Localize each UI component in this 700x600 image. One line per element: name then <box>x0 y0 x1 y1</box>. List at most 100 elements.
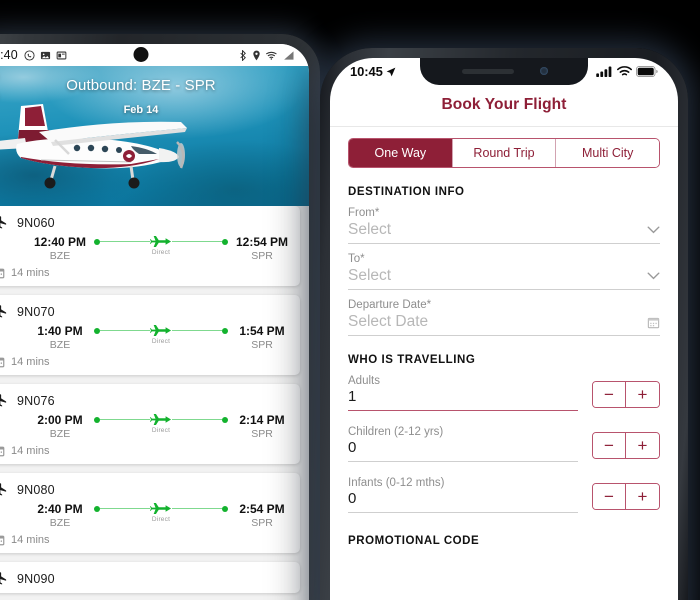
departure-leg: 12:40 PM BZE <box>33 235 87 262</box>
android-status-right-icons <box>238 49 295 61</box>
route-end-dot <box>222 505 228 512</box>
route-line-left <box>100 240 150 243</box>
infants-label: Infants (0-12 mths) <box>348 477 445 489</box>
tab-round-trip[interactable]: Round Trip <box>452 139 557 167</box>
flight-card-header: 9N076 <box>0 393 289 408</box>
departure-airport: BZE <box>49 250 71 262</box>
route-airplane-icon <box>150 503 172 514</box>
departure-time: 2:00 PM <box>37 413 83 427</box>
flight-route: 2:40 PM BZE Direct 2:54 PM SPR <box>0 502 289 529</box>
departure-date-label: Departure Date* <box>348 299 432 311</box>
infants-count[interactable]: 0 <box>348 490 578 513</box>
calendar-icon <box>0 357 5 368</box>
departure-leg: 2:00 PM BZE <box>33 413 87 440</box>
signal-icon <box>284 50 294 60</box>
flight-duration-row: 14 mins <box>0 267 289 279</box>
android-screen: 12:40 <box>0 44 309 600</box>
trip-type-tabs[interactable]: One Way Round Trip Multi City <box>348 138 660 168</box>
adults-count[interactable]: 1 <box>348 388 578 411</box>
adults-stepper[interactable]: − + <box>592 381 660 408</box>
flight-number: 9N060 <box>17 215 55 230</box>
route-airplane-icon <box>150 236 172 247</box>
flight-date: Feb 14 <box>123 104 159 116</box>
adults-increment-button[interactable]: + <box>626 382 659 407</box>
route-stop-label: Direct <box>151 249 171 256</box>
flight-hero-banner: Outbound: BZE - SPR Feb 14 <box>0 66 309 206</box>
children-stepper[interactable]: − + <box>592 432 660 459</box>
android-clock: 12:40 <box>0 48 18 62</box>
flight-card[interactable]: 9N090 <box>0 562 300 593</box>
departure-leg: 1:40 PM BZE <box>33 324 87 351</box>
route-line-right <box>172 329 222 332</box>
adults-decrement-button[interactable]: − <box>593 382 626 407</box>
route-line-left <box>100 507 150 510</box>
calendar-icon[interactable] <box>647 316 660 329</box>
front-camera <box>540 67 548 75</box>
children-decrement-button[interactable]: − <box>593 433 626 458</box>
battery-icon <box>636 66 658 77</box>
infants-stepper[interactable]: − + <box>592 483 660 510</box>
airplane-icon <box>0 305 7 318</box>
calendar-icon <box>0 446 5 457</box>
flight-results-list[interactable]: 9N060 12:40 PM BZE Direct 12:54 PM SPR 1… <box>0 206 309 600</box>
route-graphic: Direct <box>87 235 235 256</box>
tab-multi-city[interactable]: Multi City <box>556 139 659 167</box>
from-value[interactable]: Select <box>348 221 647 239</box>
arrival-airport: SPR <box>251 428 273 440</box>
android-camera-punch-hole <box>133 47 149 62</box>
earpiece-speaker <box>462 69 514 74</box>
flight-number: 9N070 <box>17 304 55 319</box>
to-field[interactable]: To* Select <box>348 253 660 290</box>
android-status-left-icons <box>24 49 67 61</box>
arrival-leg: 12:54 PM SPR <box>235 235 289 262</box>
departure-airport: BZE <box>49 517 71 529</box>
children-count[interactable]: 0 <box>348 439 578 462</box>
arrival-airport: SPR <box>251 517 273 529</box>
location-icon <box>253 50 260 60</box>
route-end-dot <box>222 327 228 334</box>
ios-status-right-icons <box>596 66 658 77</box>
infants-decrement-button[interactable]: − <box>593 484 626 509</box>
flight-card-header: 9N070 <box>0 304 289 319</box>
flight-duration-row: 14 mins <box>0 445 289 457</box>
flight-number: 9N080 <box>17 482 55 497</box>
cellular-signal-icon <box>596 66 612 77</box>
arrival-leg: 2:14 PM SPR <box>235 413 289 440</box>
children-increment-button[interactable]: + <box>626 433 659 458</box>
flight-card[interactable]: 9N076 2:00 PM BZE Direct 2:14 PM SPR 14 … <box>0 384 300 464</box>
departure-leg: 2:40 PM BZE <box>33 502 87 529</box>
tab-one-way[interactable]: One Way <box>349 139 453 167</box>
wifi-icon <box>617 66 632 76</box>
flight-card[interactable]: 9N070 1:40 PM BZE Direct 1:54 PM SPR 14 … <box>0 295 300 375</box>
route-graphic: Direct <box>87 502 235 523</box>
bluetooth-icon <box>240 49 246 61</box>
calendar-icon <box>0 268 5 279</box>
arrival-leg: 2:54 PM SPR <box>235 502 289 529</box>
to-value[interactable]: Select <box>348 267 647 285</box>
departure-airport: BZE <box>49 428 71 440</box>
flight-card-header: 9N060 <box>0 215 289 230</box>
flight-card[interactable]: 9N080 2:40 PM BZE Direct 2:54 PM SPR 14 … <box>0 473 300 553</box>
route-stop-label: Direct <box>151 427 171 434</box>
page-title: Outbound: BZE - SPR <box>66 77 216 94</box>
chevron-down-icon[interactable] <box>647 226 660 234</box>
route-stop-label: Direct <box>151 338 171 345</box>
image-icon <box>40 51 50 59</box>
flight-duration: 14 mins <box>11 534 50 546</box>
wifi-icon <box>266 51 277 60</box>
arrival-time: 12:54 PM <box>235 235 289 249</box>
flight-duration: 14 mins <box>11 445 50 457</box>
chevron-down-icon[interactable] <box>647 272 660 280</box>
location-arrow-icon <box>386 67 396 76</box>
flight-route: 2:00 PM BZE Direct 2:14 PM SPR <box>0 413 289 440</box>
departure-date-field[interactable]: Departure Date* Select Date <box>348 299 660 336</box>
route-line-right <box>172 240 222 243</box>
flight-card[interactable]: 9N060 12:40 PM BZE Direct 12:54 PM SPR 1… <box>0 206 300 286</box>
departure-date-value[interactable]: Select Date <box>348 313 647 331</box>
from-field[interactable]: From* Select <box>348 207 660 244</box>
ios-clock-text: 10:45 <box>350 64 383 79</box>
infants-increment-button[interactable]: + <box>626 484 659 509</box>
flight-card-header: 9N080 <box>0 482 289 497</box>
destination-info-heading: DESTINATION INFO <box>348 186 465 198</box>
route-end-dot <box>222 416 228 423</box>
